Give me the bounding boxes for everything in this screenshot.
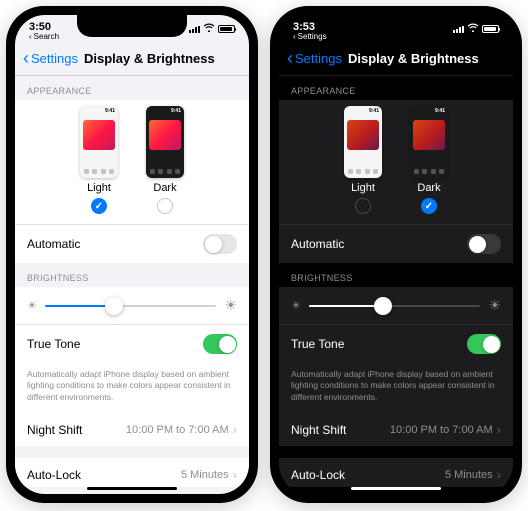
row-label: Night Shift bbox=[27, 423, 82, 437]
content[interactable]: APPEARANCE 9:41 Light 9:41 bbox=[279, 76, 513, 487]
brightness-header: BRIGHTNESS bbox=[15, 263, 249, 287]
automatic-row[interactable]: Automatic bbox=[15, 224, 249, 263]
automatic-switch[interactable] bbox=[467, 234, 501, 254]
auto-lock-row[interactable]: Auto-Lock 5 Minutes› bbox=[279, 458, 513, 487]
chevron-right-icon: › bbox=[497, 467, 501, 482]
appearance-option-dark[interactable]: 9:41 Dark bbox=[146, 106, 184, 214]
chevron-left-icon: ‹ bbox=[287, 49, 293, 67]
preview-dark: 9:41 bbox=[146, 106, 184, 178]
sun-low-icon: ☀︎ bbox=[291, 299, 301, 312]
true-tone-switch[interactable] bbox=[203, 334, 237, 354]
theme-label: Light bbox=[87, 182, 111, 194]
theme-label: Dark bbox=[153, 182, 176, 194]
back-button[interactable]: ‹Settings bbox=[287, 49, 342, 67]
appearance-option-dark[interactable]: 9:41 Dark bbox=[410, 106, 448, 214]
iphone-frame-light: 3:50 ‹Search ‹Settings Display & Brightn… bbox=[6, 6, 258, 503]
appearance-header: APPEARANCE bbox=[279, 76, 513, 100]
back-button[interactable]: ‹Settings bbox=[23, 49, 78, 67]
row-label: True Tone bbox=[291, 337, 344, 351]
battery-icon bbox=[218, 25, 235, 33]
cellular-icon bbox=[189, 25, 200, 33]
radio-checked-icon bbox=[91, 198, 107, 214]
notch bbox=[341, 15, 451, 37]
row-label: Automatic bbox=[27, 237, 80, 251]
sun-low-icon: ☀︎ bbox=[27, 299, 37, 312]
wifi-icon bbox=[467, 23, 479, 35]
page-title: Display & Brightness bbox=[84, 51, 215, 66]
status-back-link[interactable]: ‹Search bbox=[29, 33, 59, 42]
row-label: Night Shift bbox=[291, 423, 346, 437]
radio-unchecked-icon bbox=[355, 198, 371, 214]
notch bbox=[77, 15, 187, 37]
screen-light: 3:50 ‹Search ‹Settings Display & Brightn… bbox=[15, 15, 249, 494]
row-label: Auto-Lock bbox=[27, 468, 81, 482]
true-tone-footer: Automatically adapt iPhone display based… bbox=[15, 363, 249, 413]
row-label: True Tone bbox=[27, 337, 80, 351]
night-shift-row[interactable]: Night Shift 10:00 PM to 7:00 AM› bbox=[279, 413, 513, 446]
iphone-frame-dark: 3:53 ‹Settings ‹Settings Display & Brigh… bbox=[270, 6, 522, 503]
home-indicator[interactable] bbox=[87, 487, 177, 491]
true-tone-footer: Automatically adapt iPhone display based… bbox=[279, 363, 513, 413]
sun-high-icon: ☀︎ bbox=[488, 297, 501, 314]
status-back-link[interactable]: ‹Settings bbox=[293, 33, 327, 42]
nav-bar: ‹Settings Display & Brightness bbox=[279, 45, 513, 76]
appearance-panel: 9:41 Light 9:41 Dark bbox=[15, 100, 249, 224]
true-tone-switch[interactable] bbox=[467, 334, 501, 354]
chevron-right-icon: › bbox=[233, 422, 237, 437]
appearance-option-light[interactable]: 9:41 Light bbox=[80, 106, 118, 214]
appearance-header: APPEARANCE bbox=[15, 76, 249, 100]
true-tone-row[interactable]: True Tone bbox=[279, 324, 513, 363]
brightness-slider-row: ☀︎ ☀︎ bbox=[15, 287, 249, 324]
appearance-option-light[interactable]: 9:41 Light bbox=[344, 106, 382, 214]
chevron-right-icon: › bbox=[233, 467, 237, 482]
cellular-icon bbox=[453, 25, 464, 33]
automatic-row[interactable]: Automatic bbox=[279, 224, 513, 263]
chevron-right-icon: › bbox=[497, 422, 501, 437]
row-label: Auto-Lock bbox=[291, 468, 345, 482]
automatic-switch[interactable] bbox=[203, 234, 237, 254]
true-tone-row[interactable]: True Tone bbox=[15, 324, 249, 363]
radio-unchecked-icon bbox=[157, 198, 173, 214]
radio-checked-icon bbox=[421, 198, 437, 214]
brightness-slider[interactable] bbox=[309, 305, 481, 307]
screen-dark: 3:53 ‹Settings ‹Settings Display & Brigh… bbox=[279, 15, 513, 494]
brightness-slider[interactable] bbox=[45, 305, 217, 307]
nav-bar: ‹Settings Display & Brightness bbox=[15, 45, 249, 76]
brightness-slider-row: ☀︎ ☀︎ bbox=[279, 287, 513, 324]
auto-lock-row[interactable]: Auto-Lock 5 Minutes› bbox=[15, 458, 249, 487]
sun-high-icon: ☀︎ bbox=[224, 297, 237, 314]
chevron-left-icon: ‹ bbox=[23, 49, 29, 67]
content[interactable]: APPEARANCE 9:41 Light 9:41 bbox=[15, 76, 249, 487]
preview-dark: 9:41 bbox=[410, 106, 448, 178]
home-indicator[interactable] bbox=[351, 487, 441, 491]
preview-light: 9:41 bbox=[344, 106, 382, 178]
preview-light: 9:41 bbox=[80, 106, 118, 178]
page-title: Display & Brightness bbox=[348, 51, 479, 66]
appearance-panel: 9:41 Light 9:41 Dark bbox=[279, 100, 513, 224]
brightness-header: BRIGHTNESS bbox=[279, 263, 513, 287]
theme-label: Light bbox=[351, 182, 375, 194]
theme-label: Dark bbox=[417, 182, 440, 194]
night-shift-row[interactable]: Night Shift 10:00 PM to 7:00 AM› bbox=[15, 413, 249, 446]
wifi-icon bbox=[203, 23, 215, 35]
battery-icon bbox=[482, 25, 499, 33]
row-label: Automatic bbox=[291, 237, 344, 251]
